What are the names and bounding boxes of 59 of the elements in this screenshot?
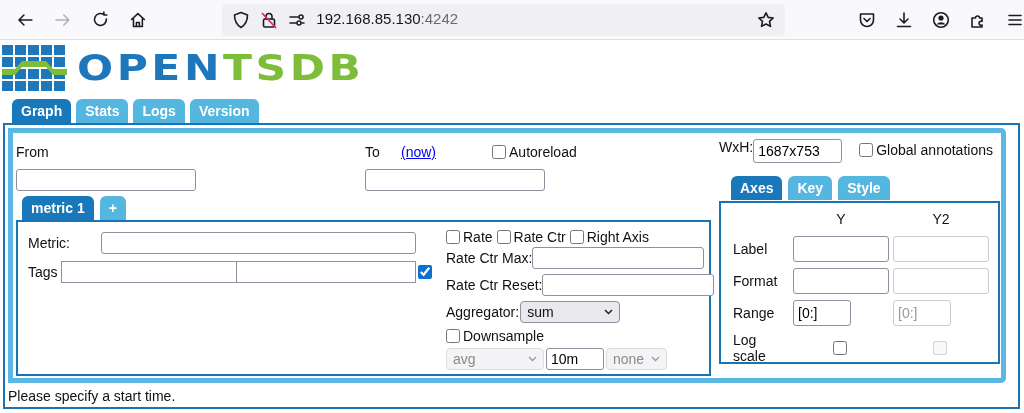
bookmark-star-icon[interactable] bbox=[757, 10, 775, 29]
metric-field[interactable] bbox=[101, 232, 416, 254]
status-message: Please specify a start time. bbox=[8, 387, 176, 406]
checkbox-label: Rate Ctr bbox=[513, 227, 566, 247]
checkbox-label: Downsample bbox=[463, 326, 544, 346]
axis-field[interactable] bbox=[793, 236, 889, 262]
axis-field[interactable] bbox=[793, 268, 889, 294]
flag-checkbox[interactable] bbox=[569, 230, 584, 244]
autoreload-checkbox[interactable] bbox=[492, 145, 506, 159]
size-field[interactable]: 1687x753 bbox=[753, 139, 843, 163]
field-label: Rate Ctr Reset: bbox=[446, 275, 543, 295]
column-header: Y bbox=[835, 210, 847, 229]
chevron-down-icon bbox=[604, 309, 614, 315]
pocket-icon[interactable] bbox=[858, 10, 876, 29]
tab[interactable]: Axes bbox=[731, 176, 783, 200]
column-header: Y2 bbox=[931, 210, 951, 229]
field-label: Aggregator: bbox=[446, 302, 520, 322]
checkbox-label: Rate bbox=[463, 227, 493, 247]
field-label: From bbox=[16, 142, 50, 162]
row-label: Format bbox=[733, 271, 779, 291]
account-icon[interactable] bbox=[932, 10, 950, 29]
field-label: Rate Ctr Max: bbox=[446, 248, 533, 268]
row-label: Label bbox=[733, 239, 769, 259]
rate-ctr-reset-field[interactable] bbox=[542, 274, 715, 296]
tag-checkbox[interactable] bbox=[418, 265, 432, 279]
insecure-lock-icon[interactable] bbox=[260, 10, 279, 29]
url-text[interactable]: 192.168.85.130:4242 bbox=[316, 8, 459, 31]
url-bar[interactable]: 192.168.85.130:4242 bbox=[222, 3, 785, 36]
checkbox-label: Autoreload bbox=[509, 142, 577, 162]
range-field[interactable]: [0:] bbox=[793, 300, 851, 326]
row-label: Log scale bbox=[733, 332, 767, 364]
download-icon[interactable] bbox=[895, 10, 913, 29]
checkbox-label: Global annotations bbox=[876, 140, 993, 160]
checkbox-label: Right Axis bbox=[586, 227, 649, 247]
field-label: To bbox=[365, 142, 381, 162]
global-annotations-checkbox[interactable] bbox=[859, 143, 874, 157]
chevron-down-icon bbox=[528, 356, 537, 362]
aggregator-select[interactable]: sum bbox=[520, 301, 621, 323]
shield-icon[interactable] bbox=[232, 10, 251, 29]
from-field[interactable] bbox=[16, 169, 196, 191]
field-label: Metric: bbox=[28, 233, 71, 253]
tab[interactable]: Graph bbox=[12, 99, 72, 123]
tag-key-field[interactable] bbox=[61, 261, 237, 283]
reload-icon[interactable] bbox=[91, 10, 110, 29]
chevron-down-icon bbox=[651, 356, 660, 362]
now-link[interactable]: (now) bbox=[401, 141, 436, 163]
tag-value-field[interactable] bbox=[237, 261, 416, 283]
flag-checkbox[interactable] bbox=[496, 230, 511, 244]
flag-checkbox[interactable] bbox=[446, 230, 460, 244]
to-field[interactable] bbox=[365, 169, 545, 191]
field-label: WxH: bbox=[719, 138, 754, 157]
home-icon[interactable] bbox=[129, 10, 148, 29]
logo-grid-icon bbox=[2, 45, 67, 91]
rate-ctr-max-field[interactable] bbox=[532, 247, 705, 269]
log-scale-checkbox[interactable] bbox=[832, 340, 847, 355]
field-label: Tags bbox=[28, 262, 59, 282]
logo-text: OPENTSDB bbox=[77, 50, 365, 86]
tab[interactable]: metric 1 bbox=[22, 195, 94, 220]
row-label: Range bbox=[733, 303, 776, 323]
